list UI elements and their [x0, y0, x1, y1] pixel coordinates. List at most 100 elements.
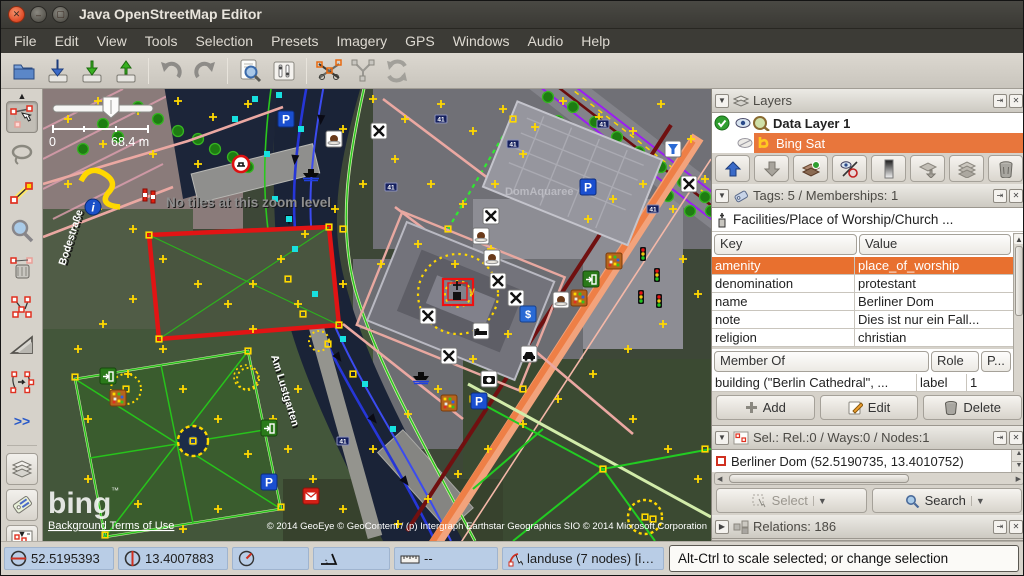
menu-presets[interactable]: Presets [262, 31, 327, 51]
role-header[interactable]: Role [931, 351, 979, 372]
exitg-icon[interactable] [100, 368, 116, 384]
marker-icon[interactable] [571, 290, 587, 306]
coffee-icon[interactable] [553, 292, 569, 308]
close-button[interactable]: ✕ [8, 6, 25, 23]
expand-icon[interactable]: ▶ [715, 520, 729, 534]
preset-row[interactable]: Facilities/Place of Worship/Church ... [712, 208, 1024, 232]
layers-panel-toggle[interactable] [6, 453, 38, 485]
upload-data-icon[interactable] [109, 56, 143, 86]
exitg-icon[interactable] [261, 420, 277, 436]
select-dropdown-arrow[interactable]: ▼ [813, 496, 831, 506]
dollar-icon[interactable]: $ [520, 306, 536, 322]
menu-windows[interactable]: Windows [444, 31, 519, 51]
tag-row[interactable]: noteDies ist nur ein Fall... [712, 311, 1013, 329]
selection-spinner[interactable]: ▲ ▼ [1011, 450, 1024, 472]
tag-row[interactable]: nameBerliner Dom [712, 293, 1013, 311]
sticky-pin-icon[interactable]: ⇥ [993, 189, 1007, 203]
tag-row[interactable]: religionchristian [712, 329, 1013, 347]
rest-icon[interactable] [420, 308, 436, 324]
sticky-pin-icon[interactable]: ⇥ [993, 431, 1007, 445]
duplicate-layer-button[interactable] [949, 155, 984, 182]
menu-tools[interactable]: Tools [136, 31, 187, 51]
rest-icon[interactable] [441, 348, 457, 364]
menu-imagery[interactable]: Imagery [328, 31, 397, 51]
delete-tag-button[interactable]: Delete [923, 395, 1022, 420]
select-move-tool[interactable] [6, 101, 38, 133]
redo-icon[interactable] [188, 56, 222, 86]
num41-icon[interactable]: 41 [385, 183, 397, 192]
scroll-up-icon[interactable]: ▲ [1, 91, 43, 101]
rest-icon[interactable] [483, 208, 499, 224]
toggle-dialogs-icon[interactable] [267, 56, 301, 86]
parkP-icon[interactable]: P [580, 179, 596, 195]
member-of-header[interactable]: Member Of [714, 351, 929, 372]
parallel-tool[interactable] [6, 367, 38, 399]
position-header[interactable]: P... [981, 351, 1011, 372]
tag-row[interactable]: denominationprotestant [712, 275, 1013, 293]
scroll-down-icon[interactable]: ▼ [1, 529, 43, 539]
menu-view[interactable]: View [88, 31, 136, 51]
close-panel-icon[interactable]: ✕ [1009, 189, 1023, 203]
tl-icon[interactable] [654, 268, 660, 282]
draw-nodes-tool[interactable] [6, 177, 38, 209]
rest-icon[interactable] [681, 176, 697, 192]
search-objects-icon[interactable] [233, 56, 267, 86]
menu-audio[interactable]: Audio [518, 31, 572, 51]
camera-icon[interactable] [481, 371, 497, 387]
selection-list-item[interactable]: Berliner Dom (52.5190735, 13.4010752) [712, 450, 1011, 472]
coffee-icon[interactable] [326, 131, 342, 147]
num41-icon[interactable]: 41 [337, 437, 349, 446]
tl-icon[interactable] [640, 247, 646, 261]
num41-icon[interactable]: 41 [647, 205, 659, 214]
split-way-icon[interactable] [312, 56, 346, 86]
visibility-eye-icon[interactable] [734, 116, 752, 130]
parkP-icon[interactable]: P [278, 111, 294, 127]
selection-hscrollbar[interactable]: ◀ ▶ [714, 472, 1024, 485]
download-primitives-icon[interactable] [41, 56, 75, 86]
coffee-icon[interactable] [473, 228, 489, 244]
value-column-header[interactable]: Value [859, 234, 1011, 255]
menu-file[interactable]: File [5, 31, 46, 51]
parkP-icon[interactable]: P [261, 474, 277, 490]
marker-icon[interactable] [110, 390, 126, 406]
rest-icon[interactable] [490, 273, 506, 289]
search-button[interactable]: Search ▼ [872, 488, 1023, 513]
map-canvas[interactable]: $PPPPi414141414141 V Am Lustgarten Am Lu… [43, 89, 711, 541]
tl-icon[interactable] [656, 294, 662, 308]
merge-layer-button[interactable] [910, 155, 945, 182]
marker-icon[interactable] [606, 253, 622, 269]
terms-of-use-link[interactable]: Background Terms of Use [48, 520, 174, 532]
move-layer-up-button[interactable] [715, 155, 750, 182]
tags-panel-toggle[interactable] [6, 489, 38, 521]
bed-icon[interactable] [473, 323, 489, 339]
download-data-icon[interactable] [75, 56, 109, 86]
delete-tool[interactable] [6, 253, 38, 285]
envelope-icon[interactable] [303, 488, 319, 504]
layer-row-bing[interactable]: Bing Sat [712, 133, 1024, 153]
merge-nodes-icon[interactable] [346, 56, 380, 86]
taxi-icon[interactable] [521, 346, 537, 362]
sticky-pin-icon[interactable]: ⇥ [993, 94, 1007, 108]
search-dropdown-arrow[interactable]: ▼ [971, 496, 989, 506]
zoom-tool[interactable] [6, 215, 38, 247]
lasso-tool[interactable] [6, 139, 38, 171]
key-column-header[interactable]: Key [714, 234, 857, 255]
visibility-eye-dim-icon[interactable] [736, 136, 754, 150]
menu-selection[interactable]: Selection [186, 31, 262, 51]
num41-icon[interactable]: 41 [435, 115, 447, 124]
select-button[interactable]: Select ▼ [716, 488, 867, 513]
unglue-tool[interactable] [6, 291, 38, 323]
layer-row-data[interactable]: Data Layer 1 [712, 113, 1024, 133]
opacity-button[interactable] [871, 155, 906, 182]
parkP-icon[interactable]: P [471, 393, 487, 409]
open-file-icon[interactable] [7, 56, 41, 86]
close-panel-icon[interactable]: ✕ [1009, 431, 1023, 445]
show-hide-button[interactable] [832, 155, 867, 182]
marker-icon[interactable] [441, 395, 457, 411]
add-tag-button[interactable]: Add [716, 395, 815, 420]
menu-help[interactable]: Help [572, 31, 619, 51]
collapse-icon[interactable]: ▼ [715, 189, 729, 203]
funnel-icon[interactable] [665, 141, 681, 157]
minimize-button[interactable]: – [30, 6, 47, 23]
num41-icon[interactable]: 41 [597, 120, 609, 129]
